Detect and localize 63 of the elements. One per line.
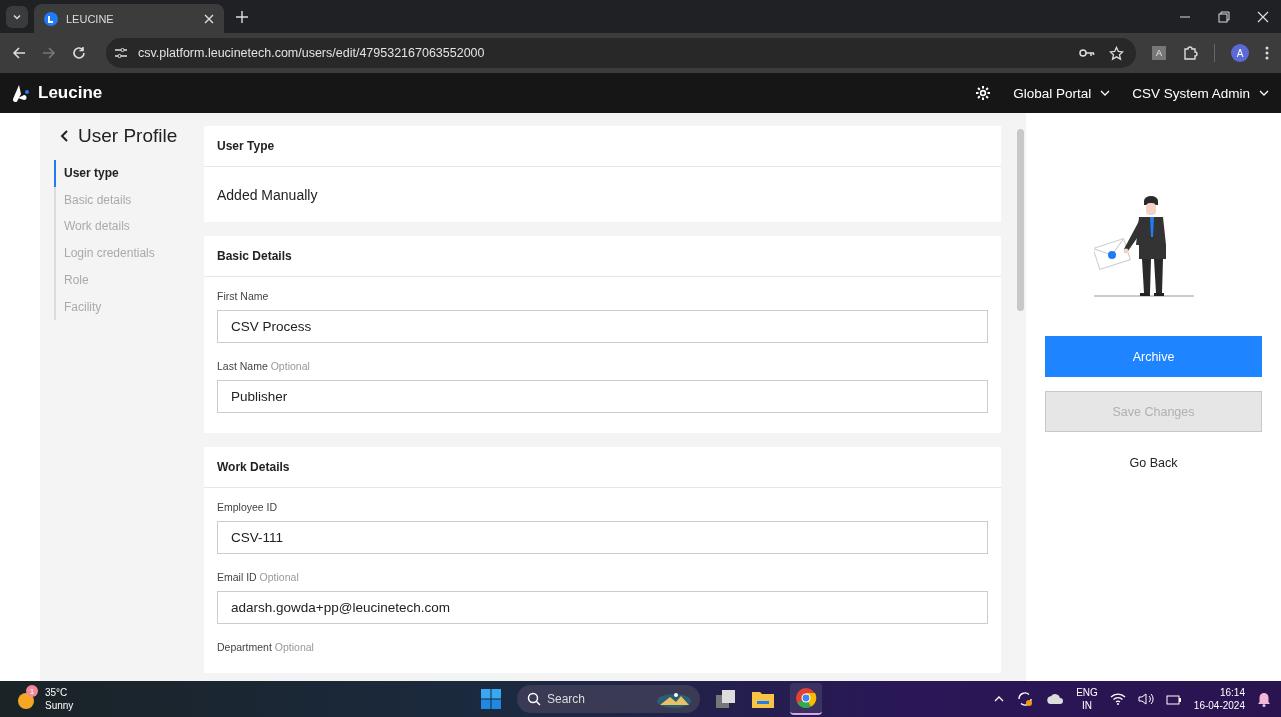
battery-icon[interactable] [1165, 693, 1182, 705]
app-logo-icon [44, 11, 58, 26]
chevron-down-icon [1100, 88, 1111, 98]
input-field[interactable]: Publisher [217, 380, 988, 413]
clock[interactable]: 16:14 16-04-2024 [1193, 686, 1245, 712]
extension-button[interactable]: A [1152, 46, 1166, 60]
restore-icon[interactable] [1218, 10, 1230, 23]
field-label: First Name [217, 290, 270, 302]
tab-search-button[interactable] [6, 5, 28, 28]
url-text: csv.platform.leucinetech.com/users/edit/479532167063552000 [138, 46, 486, 60]
star-icon[interactable] [1109, 45, 1124, 61]
page-title: User Profile [78, 125, 178, 147]
key-icon[interactable] [1079, 48, 1095, 58]
sync-icon[interactable] [1016, 690, 1035, 708]
tab-title: LEUCINE [66, 12, 115, 25]
action-button[interactable]: Archive [1045, 336, 1262, 377]
brand-name: Leucine [38, 83, 103, 103]
close-icon[interactable] [1257, 10, 1269, 23]
weather-condition: Sunny [45, 699, 74, 712]
chevron-down-icon [1259, 88, 1269, 98]
taskbar-search-field[interactable]: Search [517, 685, 700, 713]
profile-avatar[interactable]: A [1231, 44, 1249, 62]
address-bar[interactable]: csv.platform.leucinetech.com/users/edit/479532167063552000 [106, 38, 1136, 68]
input-field[interactable]: CSV Process [217, 310, 988, 343]
sun-icon[interactable] [18, 693, 34, 709]
browser-icon [795, 687, 817, 709]
header-menu[interactable]: Global Portal [1013, 85, 1111, 101]
input-field[interactable]: adarsh.gowda+pp@leucinetech.com [217, 591, 988, 624]
go-back-link[interactable]: Go Back [1122, 454, 1185, 472]
cloud-icon[interactable] [1046, 694, 1065, 704]
scrollbar-thumb[interactable] [1017, 129, 1024, 311]
temperature: 35°C [45, 686, 69, 699]
field-label: Department Optional [217, 641, 315, 653]
site-settings-icon[interactable] [114, 46, 128, 60]
close-icon[interactable] [204, 13, 214, 24]
chrome-taskbar-button[interactable] [790, 683, 822, 715]
search-icon [527, 692, 541, 706]
field-label: Email ID Optional [217, 571, 300, 583]
wifi-icon[interactable] [1109, 693, 1126, 705]
back-icon[interactable] [60, 130, 69, 142]
windows-start-icon[interactable] [481, 689, 501, 709]
bell-icon[interactable] [1257, 691, 1271, 707]
notification-badge: 1 [26, 685, 38, 697]
section-title: User Type [217, 139, 275, 153]
user-type-value: Added Manually [217, 186, 319, 205]
header-menu[interactable]: CSV System Admin [1132, 85, 1269, 101]
chevron-up-icon[interactable] [994, 696, 1005, 702]
field-label: Last Name Optional [217, 360, 311, 372]
speaker-icon[interactable] [1137, 692, 1154, 706]
forward-icon[interactable] [42, 46, 56, 60]
language-indicator[interactable]: ENG IN [1076, 686, 1098, 712]
new-tab-icon[interactable] [236, 10, 248, 23]
input-field[interactable]: CSV-111 [217, 521, 988, 554]
section-title: Basic Details [217, 249, 292, 263]
section-title: Work Details [217, 460, 290, 474]
browser-tab[interactable]: LEUCINE [34, 4, 224, 33]
reload-icon[interactable] [72, 46, 86, 60]
field-label: Employee ID [217, 501, 279, 513]
more-icon[interactable] [1265, 46, 1269, 60]
folder-icon[interactable] [752, 690, 774, 708]
task-view-icon[interactable] [716, 690, 736, 708]
puzzle-icon[interactable] [1182, 45, 1198, 61]
brand-logo-icon [12, 83, 32, 103]
